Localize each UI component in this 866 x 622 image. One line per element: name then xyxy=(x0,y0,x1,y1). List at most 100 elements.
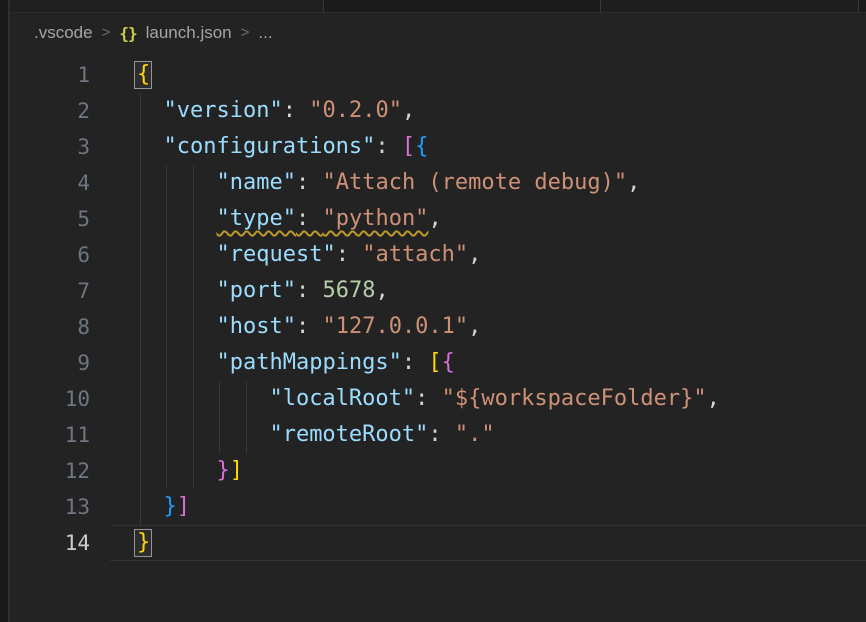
json-punctuation: , xyxy=(402,98,415,123)
code-line-2[interactable]: 2 "version": "0.2.0", xyxy=(10,93,866,129)
json-key: "request" xyxy=(216,242,335,267)
json-punctuation: : xyxy=(283,98,310,123)
code-text: "name": "Attach (remote debug)", xyxy=(90,165,640,201)
line-number[interactable]: 8 xyxy=(10,309,90,345)
code-text: "version": "0.2.0", xyxy=(90,93,415,129)
line-number[interactable]: 7 xyxy=(10,273,90,309)
code-text: }] xyxy=(90,453,243,489)
code-line-14-current[interactable]: 14} xyxy=(10,525,866,561)
bracket: ] xyxy=(230,458,243,483)
code-line-1[interactable]: 1{ xyxy=(10,57,866,93)
code-text: { xyxy=(90,57,150,93)
json-string: "Attach (remote debug)" xyxy=(322,170,627,195)
json-punctuation: , xyxy=(468,242,481,267)
json-string: "${workspaceFolder}" xyxy=(442,386,707,411)
json-key: "configurations" xyxy=(164,134,376,159)
breadcrumb-file[interactable]: launch.json xyxy=(146,23,232,43)
json-punctuation: , xyxy=(707,386,720,411)
json-punctuation: : xyxy=(296,314,323,339)
code-text: }] xyxy=(90,489,190,525)
json-punctuation: : xyxy=(296,206,323,231)
bracket: { xyxy=(442,350,455,375)
json-key: "type" xyxy=(216,206,295,231)
tab-remnant-3[interactable] xyxy=(600,0,858,12)
json-braces-icon: {} xyxy=(119,24,136,43)
code-text: "remoteRoot": "." xyxy=(90,417,495,453)
tab-remnant-4[interactable] xyxy=(858,0,866,12)
json-key: "localRoot" xyxy=(269,386,415,411)
breadcrumb-symbol-ellipsis[interactable]: ... xyxy=(258,23,272,43)
code-text: "pathMappings": [{ xyxy=(90,345,455,381)
code-line-3[interactable]: 3 "configurations": [{ xyxy=(10,129,866,165)
json-punctuation: : xyxy=(402,350,429,375)
json-punctuation: : xyxy=(428,422,455,447)
code-line-5[interactable]: 5 "type": "python", xyxy=(10,201,866,237)
json-string: "attach" xyxy=(362,242,468,267)
code-line-7[interactable]: 7 "port": 5678, xyxy=(10,273,866,309)
json-punctuation: : xyxy=(296,170,323,195)
json-key: "port" xyxy=(216,278,295,303)
tab-bar-strip xyxy=(0,0,866,13)
code-editor[interactable]: 1{ 2 "version": "0.2.0", 3 "configuratio… xyxy=(10,57,866,561)
json-string: "." xyxy=(455,422,495,447)
code-line-12[interactable]: 12 }] xyxy=(10,453,866,489)
code-text: "configurations": [{ xyxy=(90,129,428,165)
line-number[interactable]: 3 xyxy=(10,129,90,165)
code-line-4[interactable]: 4 "name": "Attach (remote debug)", xyxy=(10,165,866,201)
json-punctuation: , xyxy=(428,206,441,231)
json-number: 5678 xyxy=(322,278,375,303)
chevron-right-icon: > xyxy=(241,24,250,41)
code-text: "port": 5678, xyxy=(90,273,389,309)
code-text: "type": "python", xyxy=(90,201,442,237)
json-key: "host" xyxy=(216,314,295,339)
code-text: "request": "attach", xyxy=(90,237,481,273)
json-string: "0.2.0" xyxy=(309,98,402,123)
bracket-match: { xyxy=(137,57,150,93)
bracket: { xyxy=(415,134,428,159)
json-punctuation: : xyxy=(375,134,402,159)
json-punctuation: , xyxy=(468,314,481,339)
code-line-8[interactable]: 8 "host": "127.0.0.1", xyxy=(10,309,866,345)
code-text: "host": "127.0.0.1", xyxy=(90,309,481,345)
tab-remnant-1[interactable] xyxy=(0,0,323,12)
json-punctuation: : xyxy=(415,386,442,411)
code-line-10[interactable]: 10 "localRoot": "${workspaceFolder}", xyxy=(10,381,866,417)
json-key: "pathMappings" xyxy=(216,350,401,375)
bracket: } xyxy=(216,458,229,483)
vscode-editor-window: .vscode > {} launch.json > ... 1{ 2 "ver… xyxy=(0,0,866,622)
line-number[interactable]: 1 xyxy=(10,57,90,93)
bracket-match: } xyxy=(137,525,150,561)
code-line-6[interactable]: 6 "request": "attach", xyxy=(10,237,866,273)
json-string: "127.0.0.1" xyxy=(322,314,468,339)
code-line-13[interactable]: 13 }] xyxy=(10,489,866,525)
json-punctuation: , xyxy=(627,170,640,195)
bracket: ] xyxy=(177,494,190,519)
json-key: "version" xyxy=(164,98,283,123)
line-number[interactable]: 2 xyxy=(10,93,90,129)
json-punctuation: : xyxy=(296,278,323,303)
bracket: [ xyxy=(428,350,441,375)
line-number[interactable]: 10 xyxy=(10,381,90,417)
json-punctuation: , xyxy=(375,278,388,303)
json-key: "name" xyxy=(216,170,295,195)
line-number-active[interactable]: 14 xyxy=(10,525,90,561)
line-number[interactable]: 12 xyxy=(10,453,90,489)
json-string: "python" xyxy=(322,206,428,231)
code-line-9[interactable]: 9 "pathMappings": [{ xyxy=(10,345,866,381)
chevron-right-icon: > xyxy=(102,24,111,41)
json-key: "remoteRoot" xyxy=(269,422,428,447)
line-number[interactable]: 6 xyxy=(10,237,90,273)
bracket: [ xyxy=(402,134,415,159)
code-text: "localRoot": "${workspaceFolder}", xyxy=(90,381,720,417)
line-number[interactable]: 5 xyxy=(10,201,90,237)
line-number[interactable]: 9 xyxy=(10,345,90,381)
line-number[interactable]: 13 xyxy=(10,489,90,525)
tab-remnant-2[interactable] xyxy=(323,0,600,12)
window-left-edge xyxy=(0,0,10,622)
line-number[interactable]: 4 xyxy=(10,165,90,201)
json-punctuation: : xyxy=(336,242,363,267)
line-number[interactable]: 11 xyxy=(10,417,90,453)
code-line-11[interactable]: 11 "remoteRoot": "." xyxy=(10,417,866,453)
breadcrumb: .vscode > {} launch.json > ... xyxy=(10,13,866,53)
breadcrumb-folder[interactable]: .vscode xyxy=(34,23,93,43)
